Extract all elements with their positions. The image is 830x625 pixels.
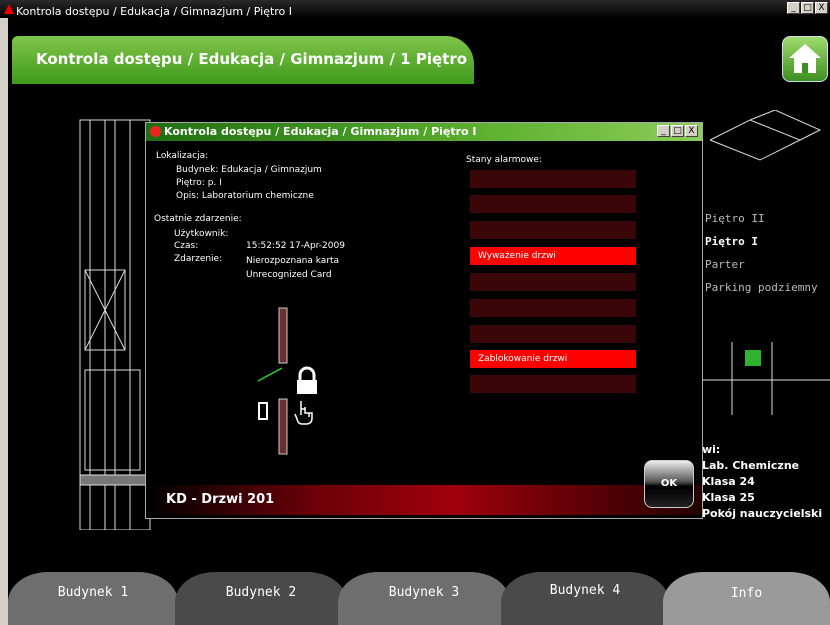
event-label: Zdarzenie: xyxy=(174,254,223,264)
hand-pointer-icon xyxy=(294,401,313,425)
alarm-door-locked: Zablokowanie drzwi xyxy=(470,350,636,368)
last-event-label: Ostatnie zdarzenie: xyxy=(154,214,242,224)
door-frame-top xyxy=(278,307,288,364)
user-label: Użytkownik: xyxy=(174,229,229,239)
room-marker[interactable] xyxy=(745,350,761,366)
room-item[interactable]: Klasa 24 xyxy=(702,474,822,490)
lock-icon xyxy=(297,366,317,394)
time-label: Czas: xyxy=(174,241,199,251)
dialog-maximize-button[interactable]: □ xyxy=(671,125,684,137)
alarm-slot xyxy=(470,273,636,291)
building-text: Budynek: Edukacja / Gimnazjum xyxy=(176,165,322,175)
home-button[interactable] xyxy=(782,36,828,82)
dialog-minimize-button[interactable]: _ xyxy=(657,125,670,137)
alarm-slot xyxy=(470,170,636,188)
app-logo-icon xyxy=(150,126,161,137)
room-item[interactable]: Pokój nauczycielski xyxy=(702,506,822,522)
room-list-heading: wi: xyxy=(702,443,721,456)
floor-list: Piętro II Piętro I Parter Parking podzie… xyxy=(705,212,818,304)
tab-budynek-2[interactable]: Budynek 2 xyxy=(175,572,347,625)
home-icon-door xyxy=(802,63,808,73)
ok-button[interactable]: OK xyxy=(644,460,694,508)
alarm-forced-door: Wyważenie drzwi xyxy=(470,247,636,265)
dialog-close-button[interactable]: X xyxy=(685,125,698,137)
door-status-graphic xyxy=(257,307,317,455)
floor-text: Piętro: p. I xyxy=(176,178,222,188)
event-value-pl: Nierozpoznana karta xyxy=(246,256,340,266)
description-text: Opis: Laboratorium chemiczne xyxy=(176,191,314,201)
door-name: KD - Drzwi 201 xyxy=(166,492,275,507)
alarm-slot xyxy=(470,221,636,239)
room-item[interactable]: Lab. Chemiczne xyxy=(702,458,822,474)
location-label: Lokalizacja: xyxy=(156,151,209,161)
floor-item-parking[interactable]: Parking podziemny xyxy=(705,281,818,304)
home-icon xyxy=(789,44,821,58)
room-list: wi: Lab. Chemiczne Klasa 24 Klasa 25 Pok… xyxy=(702,442,822,522)
dialog-footer: KD - Drzwi 201 xyxy=(146,485,702,515)
floor-item-pietro-2[interactable]: Piętro II xyxy=(705,212,818,235)
building-tabs: Budynek 1 Budynek 2 Budynek 3 Budynek 4 … xyxy=(8,572,830,625)
alarms-label: Stany alarmowe: xyxy=(466,155,542,165)
room-item[interactable]: Klasa 25 xyxy=(702,490,822,506)
close-button[interactable]: X xyxy=(815,2,828,14)
door-frame-bottom xyxy=(278,398,288,455)
window-border xyxy=(0,18,8,625)
alarm-slot xyxy=(470,195,636,213)
event-value-en: Unrecognized Card xyxy=(246,270,332,280)
tab-budynek-1[interactable]: Budynek 1 xyxy=(8,572,178,625)
tab-budynek-4[interactable]: Budynek 4 xyxy=(501,572,669,625)
window-controls: _ □ X xyxy=(787,2,828,14)
page-header: Kontrola dostępu / Edukacja / Gimnazjum … xyxy=(12,36,474,84)
alarm-slot xyxy=(470,375,636,393)
tab-info[interactable]: Info xyxy=(663,572,830,625)
maximize-button[interactable]: □ xyxy=(801,2,814,14)
door-dialog: Kontrola dostępu / Edukacja / Gimnazjum … xyxy=(145,122,703,519)
app-logo-icon xyxy=(4,4,14,14)
dialog-titlebar: Kontrola dostępu / Edukacja / Gimnazjum … xyxy=(146,123,702,141)
floor-item-parter[interactable]: Parter xyxy=(705,258,818,281)
door-leaf xyxy=(257,367,283,382)
app-title: Kontrola dostępu / Edukacja / Gimnazjum … xyxy=(16,5,293,18)
page-title: Kontrola dostępu / Edukacja / Gimnazjum … xyxy=(36,50,468,68)
dialog-window-controls: _ □ X xyxy=(657,125,698,137)
alarm-slot xyxy=(470,299,636,317)
floor-item-pietro-1[interactable]: Piętro I xyxy=(705,235,818,258)
minimize-button[interactable]: _ xyxy=(787,2,800,14)
dialog-title: Kontrola dostępu / Edukacja / Gimnazjum … xyxy=(164,125,477,138)
time-value: 15:52:52 17-Apr-2009 xyxy=(246,241,345,251)
alarm-slot xyxy=(470,325,636,343)
tab-budynek-3[interactable]: Budynek 3 xyxy=(338,572,510,625)
card-reader-icon xyxy=(258,402,268,420)
